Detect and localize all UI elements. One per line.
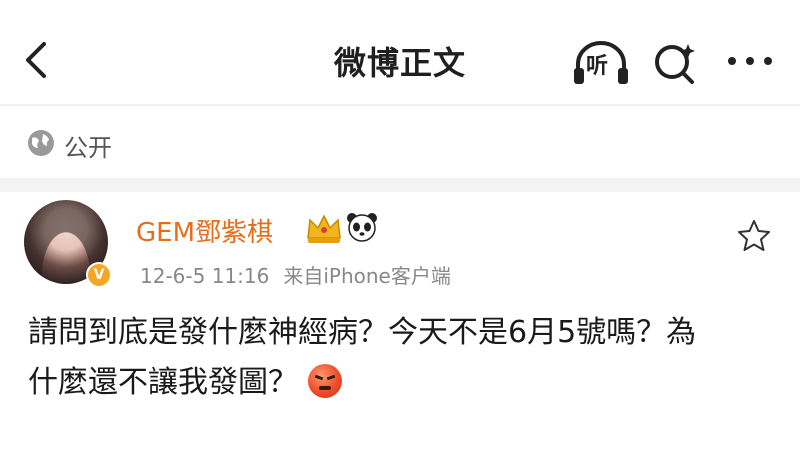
author-name[interactable]: GEM鄧紫棋 — [136, 212, 273, 249]
listen-label: 听 — [586, 54, 609, 79]
search-icon[interactable] — [650, 38, 702, 88]
post-text-line: 什麼還不讓我發圖？ — [28, 358, 768, 408]
visibility-label: 公开 — [64, 134, 112, 162]
angry-face-emoji — [308, 364, 342, 398]
verified-badge: V — [86, 262, 112, 288]
panda-badge-icon — [347, 213, 377, 242]
post-meta: 12-6-5 11:16 来自iPhone客户端 — [140, 260, 451, 289]
listen-button[interactable]: 听 — [570, 38, 632, 88]
post-text-line-content: 什麼還不讓我發圖？ — [28, 365, 298, 400]
visibility-row: 公开 — [0, 106, 800, 178]
more-dots-icon[interactable] — [722, 46, 778, 76]
post-source: 来自iPhone客户端 — [283, 264, 451, 288]
star-icon[interactable] — [736, 218, 772, 254]
post-time: 12-6-5 11:16 — [140, 264, 270, 288]
section-gap — [0, 178, 800, 192]
top-bar: 微博正文 听 — [0, 0, 800, 104]
post-text: 請問到底是發什麼神經病？今天不是6月5號嗎？為 什麼還不讓我發圖？ — [28, 308, 768, 408]
post-text-line: 請問到底是發什麼神經病？今天不是6月5號嗎？為 — [28, 315, 697, 350]
crown-badge-icon — [307, 214, 341, 243]
globe-icon — [28, 130, 54, 156]
